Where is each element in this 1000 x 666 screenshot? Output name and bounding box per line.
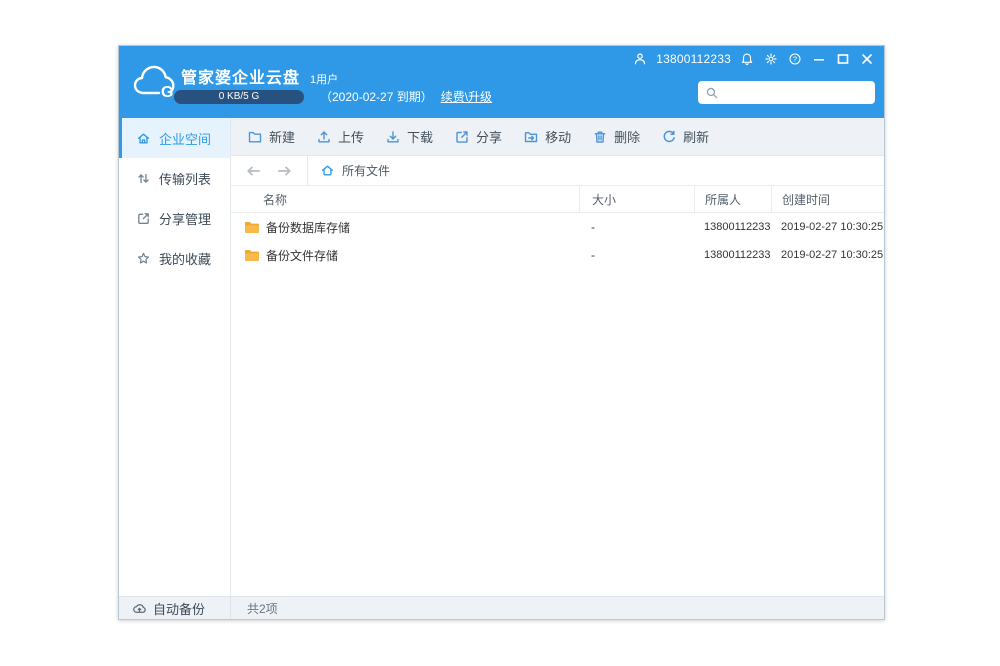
storage-usage-text: 0 KB/5 G <box>219 91 260 102</box>
table-header-row: 名称 大小 所属人 创建时间 <box>231 186 884 213</box>
share-manage-icon <box>136 211 151 226</box>
sidebar-item-share-manage[interactable]: 分享管理 <box>119 198 230 238</box>
back-arrow-icon[interactable] <box>245 164 263 178</box>
home-icon[interactable] <box>320 163 335 178</box>
close-icon[interactable] <box>859 51 875 67</box>
file-name: 备份文件存储 <box>266 247 338 264</box>
tool-btn-label: 移动 <box>545 127 571 146</box>
breadcrumb-bar: 所有文件 <box>231 156 884 186</box>
sidebar-item-label: 传输列表 <box>159 169 211 188</box>
column-header-owner[interactable]: 所属人 <box>694 186 771 213</box>
account-number: 13800112233 <box>656 52 731 66</box>
gear-icon[interactable] <box>763 51 779 67</box>
file-size: - <box>579 248 694 262</box>
file-size: - <box>579 220 694 234</box>
refresh-icon <box>661 129 677 145</box>
search-input[interactable] <box>724 86 868 100</box>
file-owner: 13800112233 <box>694 221 771 233</box>
table-row[interactable]: 备份文件存储 - 13800112233 2019-02-27 10:30:25 <box>231 241 884 269</box>
tool-btn-label: 刷新 <box>683 127 709 146</box>
upload-button[interactable]: 上传 <box>314 123 366 150</box>
move-button[interactable]: 移动 <box>521 123 573 150</box>
folder-icon <box>244 249 260 262</box>
sidebar-item-label: 企业空间 <box>159 129 211 148</box>
svg-text:G: G <box>161 84 173 99</box>
file-list-empty-area <box>231 269 884 596</box>
status-bar: 自动备份 共2项 <box>119 596 884 619</box>
sidebar-item-transfer-list[interactable]: 传输列表 <box>119 158 230 198</box>
app-window: G 管家婆企业云盘 1用户 0 KB/5 G （2020-02-27 到期） 续… <box>118 45 885 620</box>
delete-icon <box>592 129 608 145</box>
renew-upgrade-link[interactable]: 续费\升级 <box>441 88 492 105</box>
folder-icon <box>244 221 260 234</box>
favorites-star-icon <box>136 251 151 266</box>
column-header-size[interactable]: 大小 <box>579 186 694 213</box>
maximize-icon[interactable] <box>835 51 851 67</box>
column-header-created[interactable]: 创建时间 <box>771 186 884 213</box>
delete-button[interactable]: 删除 <box>590 123 642 150</box>
user-count-label: 1用户 <box>310 71 338 87</box>
sidebar-item-favorites[interactable]: 我的收藏 <box>119 238 230 278</box>
refresh-button[interactable]: 刷新 <box>659 123 711 150</box>
share-button[interactable]: 分享 <box>452 123 504 150</box>
auto-backup-label: 自动备份 <box>153 599 205 618</box>
share-icon <box>454 129 470 145</box>
file-created-time: 2019-02-27 10:30:25 <box>771 249 884 261</box>
sidebar-item-label: 我的收藏 <box>159 249 211 268</box>
auto-backup-button[interactable]: 自动备份 <box>119 597 231 619</box>
table-row[interactable]: 备份数据库存储 - 13800112233 2019-02-27 10:30:2… <box>231 213 884 241</box>
sidebar: 企业空间 传输列表 分享管理 <box>119 118 231 596</box>
total-items-count: 共2项 <box>247 600 278 617</box>
app-title: 管家婆企业云盘 <box>181 64 300 88</box>
file-owner: 13800112233 <box>694 249 771 261</box>
download-button[interactable]: 下载 <box>383 123 435 150</box>
new-folder-icon <box>247 129 263 145</box>
transfer-list-icon <box>136 171 151 186</box>
download-icon <box>385 129 401 145</box>
minimize-icon[interactable] <box>811 51 827 67</box>
move-icon <box>523 129 539 145</box>
svg-text:?: ? <box>793 55 797 64</box>
tool-btn-label: 新建 <box>269 127 295 146</box>
enterprise-space-icon <box>136 131 151 146</box>
file-created-time: 2019-02-27 10:30:25 <box>771 221 884 233</box>
storage-usage-bar: 0 KB/5 G <box>174 90 304 104</box>
tool-btn-label: 分享 <box>476 127 502 146</box>
toolbar: 新建 上传 下载 <box>231 118 884 156</box>
cloud-g-logo-icon: G <box>132 62 176 99</box>
auto-backup-cloud-icon <box>132 601 147 616</box>
search-box[interactable] <box>698 81 875 104</box>
breadcrumb-location[interactable]: 所有文件 <box>342 162 390 179</box>
new-folder-button[interactable]: 新建 <box>245 123 297 150</box>
forward-arrow-icon[interactable] <box>276 164 294 178</box>
app-header: G 管家婆企业云盘 1用户 0 KB/5 G （2020-02-27 到期） 续… <box>119 46 884 118</box>
breadcrumb-divider <box>307 156 308 185</box>
search-icon <box>705 86 719 100</box>
title-row: 管家婆企业云盘 1用户 <box>181 64 338 88</box>
sidebar-item-enterprise-space[interactable]: 企业空间 <box>119 118 230 158</box>
sidebar-item-label: 分享管理 <box>159 209 211 228</box>
tool-btn-label: 上传 <box>338 127 364 146</box>
main-content: 新建 上传 下载 <box>231 118 884 596</box>
column-header-name[interactable]: 名称 <box>231 191 579 208</box>
expiry-label: （2020-02-27 到期） <box>320 88 433 105</box>
tool-btn-label: 删除 <box>614 127 640 146</box>
app-body: 企业空间 传输列表 分享管理 <box>119 118 884 596</box>
user-icon <box>632 51 648 67</box>
bell-icon[interactable] <box>739 51 755 67</box>
help-icon[interactable]: ? <box>787 51 803 67</box>
file-name: 备份数据库存储 <box>266 219 350 236</box>
titlebar-controls: 13800112233 ? <box>632 51 875 67</box>
tool-btn-label: 下载 <box>407 127 433 146</box>
storage-usage-row: 0 KB/5 G （2020-02-27 到期） 续费\升级 <box>174 88 492 105</box>
upload-icon <box>316 129 332 145</box>
